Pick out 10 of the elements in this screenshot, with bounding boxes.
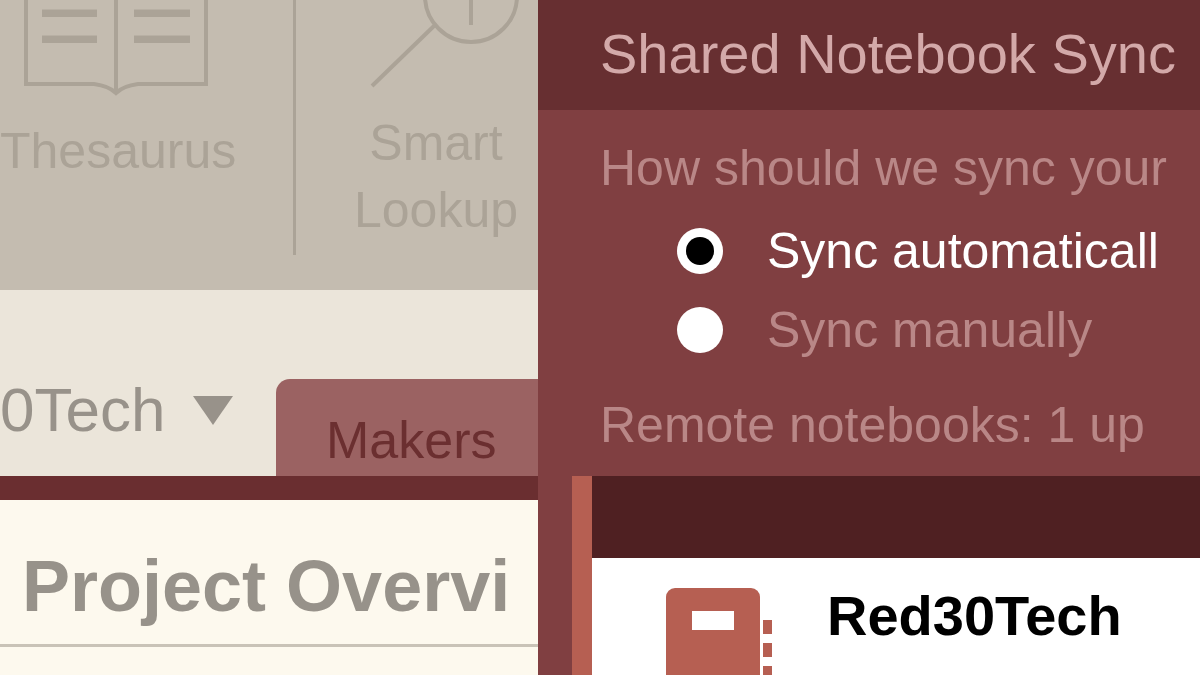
book-icon — [24, 0, 208, 96]
caret-icon — [193, 395, 234, 425]
notebook-dropdown[interactable]: 0Tech — [0, 379, 234, 441]
radio-label[interactable]: Sync manually — [767, 304, 1093, 355]
radio-button[interactable] — [677, 227, 723, 274]
sync-question: How should we sync your — [600, 143, 1168, 193]
magnifier-icon — [370, 0, 520, 88]
sync-status: Remote notebooks: 1 up — [600, 400, 1146, 450]
radio-button[interactable] — [677, 306, 723, 353]
radio-label[interactable]: Sync automaticall — [767, 225, 1159, 276]
